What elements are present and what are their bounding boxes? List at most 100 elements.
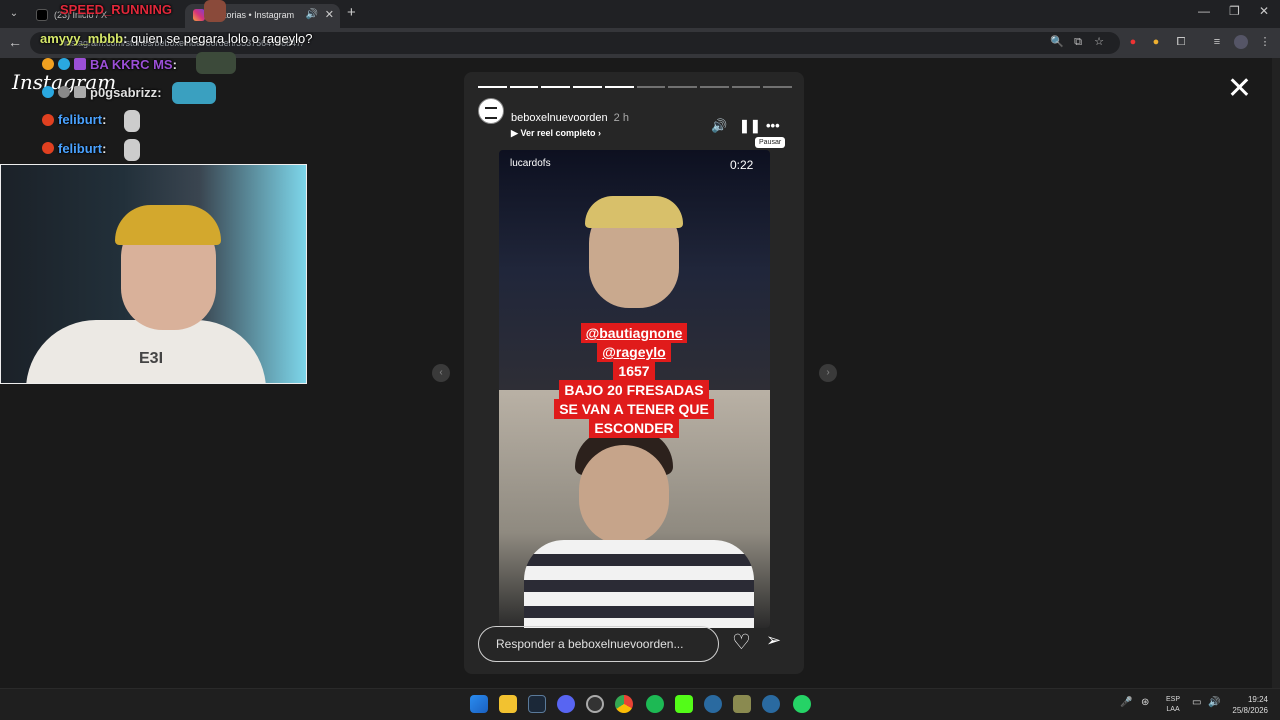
zoom-icon[interactable]: 🔍 (1050, 35, 1064, 49)
video-caption: @bautiagnone @rageylo 1657 BAJO 20 FRESA… (464, 323, 804, 438)
display-icon[interactable]: ▭ (1192, 697, 1201, 708)
chat-badge-icon (74, 58, 86, 70)
spotify-icon[interactable] (646, 695, 664, 713)
video-person-cap (585, 196, 683, 228)
install-app-icon[interactable]: ⧉ (1071, 35, 1085, 49)
system-clock[interactable]: 19:24 25/8/2026 (1228, 694, 1268, 716)
file-explorer-icon[interactable] (499, 695, 517, 713)
caption-line: SE VAN A TENER QUE (554, 399, 714, 419)
page-scrollbar[interactable] (1272, 58, 1280, 688)
kick-icon[interactable] (675, 695, 693, 713)
story-card: beboxelnuevoorden 2 h ▶ Ver reel completo… (464, 72, 804, 674)
ccleaner-icon[interactable] (704, 695, 722, 713)
progress-segment (478, 86, 507, 88)
chat-message: amyyy_mbbb: quien se pegara lolo o ragey… (40, 31, 313, 46)
new-tab-button[interactable]: + (347, 4, 356, 21)
browser-tab-bar: ⌄ (23) Inicio / X Historias • Instagram … (0, 0, 1280, 28)
reply-input[interactable]: Responder a beboxelnuevoorden... (478, 626, 719, 662)
chrome-icon[interactable] (615, 695, 633, 713)
chat-message: BA KKRC MS: (90, 57, 177, 72)
progress-segment (636, 86, 666, 88)
extensions-puzzle-icon[interactable]: ⧠ (1174, 35, 1188, 49)
chat-username: feliburt (58, 141, 103, 156)
start-windows-icon[interactable] (470, 695, 488, 713)
webcam-headband (115, 205, 221, 245)
emote-stool-icon (124, 139, 140, 161)
tab-close-icon[interactable]: ✕ (325, 4, 334, 26)
close-story-icon[interactable]: ✕ (1227, 74, 1252, 104)
menu-kebab-icon[interactable]: ⋮ (1258, 35, 1272, 49)
chat-badge-icon (42, 86, 54, 98)
emote-stool-icon (124, 110, 140, 132)
language-indicator[interactable]: ESP LAA (1166, 695, 1180, 715)
app-c-icon[interactable] (762, 695, 780, 713)
streamer-webcam: E3I (0, 164, 307, 384)
video-credit: lucardofs (510, 158, 551, 169)
whatsapp-icon[interactable] (793, 695, 811, 713)
chat-username: BA KKRC MS (90, 57, 173, 72)
caption-mention-2[interactable]: @rageylo (597, 342, 671, 362)
chat-text: quien se pegara lolo o rageylo? (131, 31, 313, 46)
story-author-avatar[interactable] (478, 98, 504, 124)
chat-message: feliburt: (58, 141, 107, 156)
emote-frog-icon (196, 52, 236, 74)
discord-icon[interactable] (557, 695, 575, 713)
extension-yellow-icon[interactable]: ● (1149, 35, 1163, 49)
emote-pikachu-icon (172, 82, 216, 104)
more-options-icon[interactable]: ••• (766, 118, 780, 133)
chat-badge-icon (58, 86, 70, 98)
network-icon[interactable]: ⊛ (1141, 697, 1149, 708)
chevron-right-icon: › (598, 128, 601, 138)
restore-button[interactable]: ❐ (1229, 4, 1240, 18)
back-arrow-icon[interactable]: ← (8, 34, 22, 50)
chat-badge-icon (74, 86, 86, 98)
progress-segment (541, 86, 571, 88)
previous-story-button[interactable]: ‹ (432, 364, 450, 382)
caption-mention-1[interactable]: @bautiagnone (580, 323, 688, 343)
pause-tooltip: Pausar (755, 137, 786, 148)
view-full-reel-link[interactable]: ▶ Ver reel completo › (511, 128, 601, 139)
video-duration: 0:22 (730, 158, 754, 172)
chat-message: feliburt: (58, 112, 107, 127)
story-author[interactable]: beboxelnuevoorden 2 h (511, 112, 629, 124)
send-share-icon[interactable]: ➢ (766, 630, 781, 651)
microphone-icon[interactable]: 🎤 (1120, 697, 1132, 708)
chat-username: p0gsabrizz (90, 85, 158, 100)
chat-username: feliburt (58, 112, 103, 127)
obs-icon[interactable] (586, 695, 604, 713)
clock-date: 25/8/2026 (1232, 706, 1268, 715)
progress-segment (509, 86, 539, 88)
x-logo-icon (36, 9, 48, 21)
clock-time: 19:24 (1247, 695, 1268, 704)
profile-avatar-icon[interactable] (1234, 35, 1248, 49)
media-control-icon[interactable]: ≡ (1210, 35, 1224, 49)
chat-badge-icon (58, 58, 70, 70)
progress-segment (668, 86, 697, 88)
close-window-button[interactable]: ✕ (1259, 4, 1269, 18)
bookmark-star-icon[interactable]: ☆ (1092, 35, 1106, 49)
steam-icon[interactable] (528, 695, 546, 713)
like-heart-icon[interactable]: ♡ (732, 630, 751, 655)
caption-line: BAJO 20 FRESADAS (559, 380, 709, 400)
pause-icon[interactable]: ❚❚ (739, 118, 761, 134)
chat-badge-icon (42, 114, 54, 126)
emote-face-icon (204, 0, 226, 22)
progress-segment (731, 86, 761, 88)
next-story-button[interactable]: › (819, 364, 837, 382)
windows-taskbar: 🎤 ⊛ ESP LAA ▭ 🔊 19:24 25/8/2026 (0, 688, 1280, 720)
progress-segment (699, 86, 729, 88)
tab-search-icon[interactable]: ⌄ (6, 6, 22, 22)
progress-segment (763, 86, 793, 88)
chat-badge-icon (42, 58, 54, 70)
chat-username: amyyy_mbbb (40, 31, 124, 46)
volume-icon[interactable]: 🔊 (711, 118, 727, 134)
minimize-button[interactable]: — (1198, 4, 1210, 18)
reel-link-label: Ver reel completo (520, 128, 596, 138)
app-icon[interactable] (733, 695, 751, 713)
chat-badge-icon (42, 142, 54, 154)
volume-tray-icon[interactable]: 🔊 (1208, 697, 1220, 708)
extension-red-icon[interactable]: ● (1126, 35, 1140, 49)
story-username[interactable]: beboxelnuevoorden (511, 112, 608, 124)
progress-segment (573, 86, 602, 88)
tab-audio-icon[interactable]: 🔊 (306, 4, 318, 26)
